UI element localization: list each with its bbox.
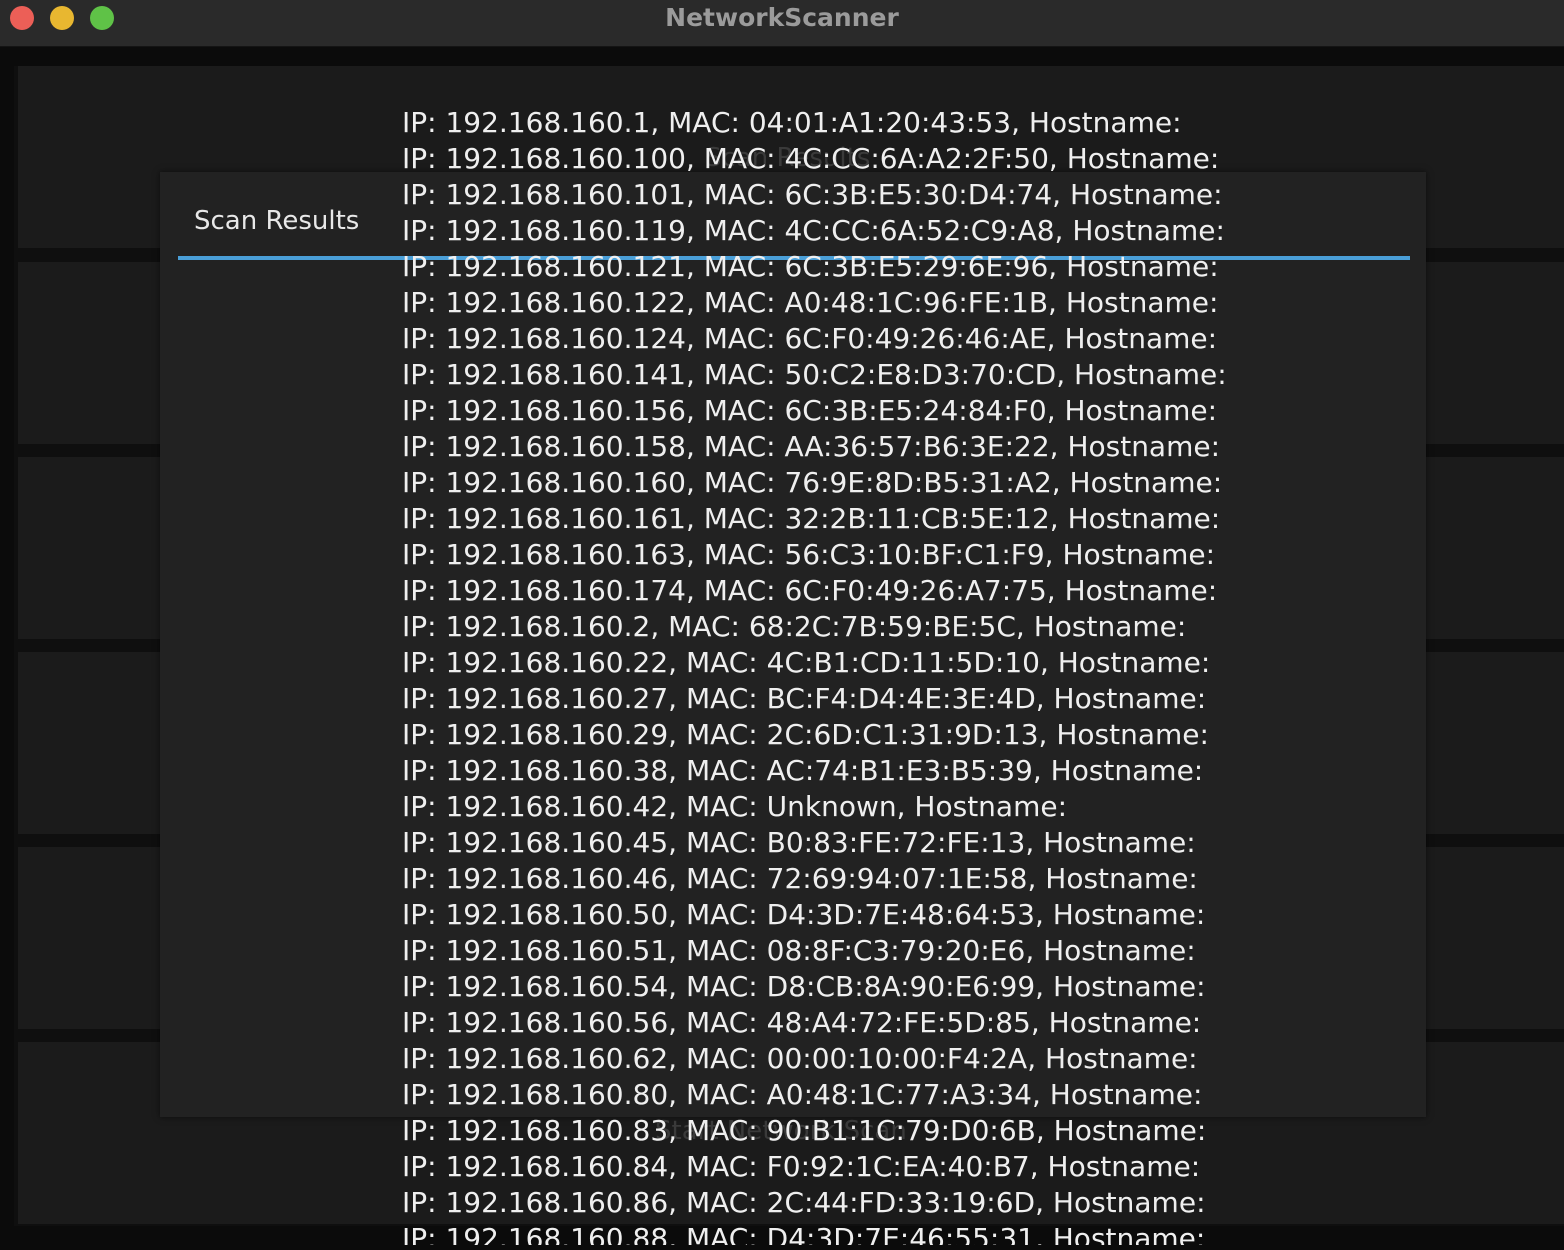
result-line: IP: 192.168.160.62, MAC: 00:00:10:00:F4:…	[402, 1042, 1198, 1075]
result-line: IP: 192.168.160.50, MAC: D4:3D:7E:48:64:…	[402, 898, 1206, 931]
result-line: IP: 192.168.160.84, MAC: F0:92:1C:EA:40:…	[402, 1150, 1201, 1183]
result-line: IP: 192.168.160.156, MAC: 6C:3B:E5:24:84…	[402, 394, 1218, 427]
result-line: IP: 192.168.160.163, MAC: 56:C3:10:BF:C1…	[402, 538, 1216, 571]
result-line: IP: 192.168.160.80, MAC: A0:48:1C:77:A3:…	[402, 1078, 1203, 1111]
result-line: IP: 192.168.160.1, MAC: 04:01:A1:20:43:5…	[402, 106, 1182, 139]
result-line: IP: 192.168.160.124, MAC: 6C:F0:49:26:46…	[402, 322, 1218, 355]
result-line: IP: 192.168.160.42, MAC: Unknown, Hostna…	[402, 790, 1068, 823]
result-line: IP: 192.168.160.27, MAC: BC:F4:D4:4E:3E:…	[402, 682, 1207, 715]
result-line: IP: 192.168.160.45, MAC: B0:83:FE:72:FE:…	[402, 826, 1196, 859]
result-line: IP: 192.168.160.54, MAC: D8:CB:8A:90:E6:…	[402, 970, 1206, 1003]
popup-title: Scan Results	[194, 206, 360, 236]
result-line: IP: 192.168.160.122, MAC: A0:48:1C:96:FE…	[402, 286, 1219, 319]
result-line: IP: 192.168.160.100, MAC: 4C:CC:6A:A2:2F…	[402, 142, 1220, 175]
result-line: IP: 192.168.160.51, MAC: 08:8F:C3:79:20:…	[402, 934, 1196, 967]
window-title: NetworkScanner	[665, 3, 899, 32]
result-line: IP: 192.168.160.88, MAC: D4:3D:7E:46:55:…	[402, 1222, 1206, 1245]
result-line: IP: 192.168.160.56, MAC: 48:A4:72:FE:5D:…	[402, 1006, 1202, 1039]
result-line: IP: 192.168.160.141, MAC: 50:C2:E8:D3:70…	[402, 358, 1227, 391]
result-line: IP: 192.168.160.121, MAC: 6C:3B:E5:29:6E…	[402, 250, 1219, 283]
result-line: IP: 192.168.160.86, MAC: 2C:44:FD:33:19:…	[402, 1186, 1206, 1219]
window-titlebar: NetworkScanner	[0, 0, 1564, 47]
result-line: IP: 192.168.160.161, MAC: 32:2B:11:CB:5E…	[402, 502, 1221, 535]
result-line: IP: 192.168.160.46, MAC: 72:69:94:07:1E:…	[402, 862, 1198, 895]
result-line: IP: 192.168.160.83, MAC: 90:B1:1C:79:D0:…	[402, 1114, 1207, 1147]
result-line: IP: 192.168.160.119, MAC: 4C:CC:6A:52:C9…	[402, 214, 1225, 247]
result-line: IP: 192.168.160.38, MAC: AC:74:B1:E3:B5:…	[402, 754, 1204, 787]
result-line: IP: 192.168.160.22, MAC: 4C:B1:CD:11:5D:…	[402, 646, 1211, 679]
result-line: IP: 192.168.160.174, MAC: 6C:F0:49:26:A7…	[402, 574, 1218, 607]
scan-results-list[interactable]: IP: 192.168.160.1, MAC: 04:01:A1:20:43:5…	[402, 105, 1502, 1245]
result-line: IP: 192.168.160.29, MAC: 2C:6D:C1:31:9D:…	[402, 718, 1209, 751]
result-line: IP: 192.168.160.160, MAC: 76:9E:8D:B5:31…	[402, 466, 1223, 499]
result-line: IP: 192.168.160.158, MAC: AA:36:57:B6:3E…	[402, 430, 1221, 463]
result-line: IP: 192.168.160.2, MAC: 68:2C:7B:59:BE:5…	[402, 610, 1187, 643]
result-line: IP: 192.168.160.101, MAC: 6C:3B:E5:30:D4…	[402, 178, 1223, 211]
